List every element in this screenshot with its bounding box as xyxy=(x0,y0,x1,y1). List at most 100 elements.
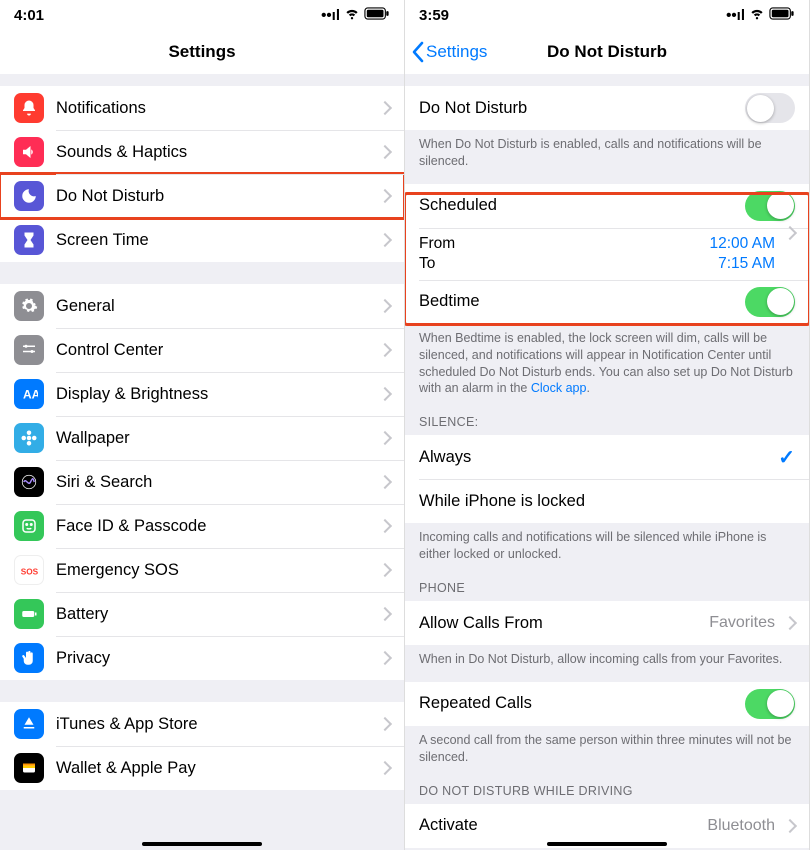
chevron-icon xyxy=(378,387,392,401)
row-notifications[interactable]: Notifications xyxy=(0,86,404,130)
chevron-icon xyxy=(378,431,392,445)
row-label: Display & Brightness xyxy=(56,385,376,404)
settings-list[interactable]: Notifications Sounds & Haptics Do Not Dist… xyxy=(0,74,404,850)
sos-icon: SOS xyxy=(14,555,44,585)
driving-header: DO NOT DISTURB WHILE DRIVING xyxy=(405,770,809,804)
clock-app-link[interactable]: Clock app xyxy=(531,381,587,395)
bell-icon xyxy=(14,93,44,123)
text-icon: AA xyxy=(14,379,44,409)
row-label: Privacy xyxy=(56,649,376,668)
row-label: Notifications xyxy=(56,99,376,118)
row-sounds-haptics[interactable]: Sounds & Haptics xyxy=(0,130,404,174)
silence-always-row[interactable]: Always ✓ xyxy=(405,435,809,479)
dnd-screen: 3:59 ••ıl Settings Do Not Disturb Do Not… xyxy=(405,0,810,850)
repeated-label: Repeated Calls xyxy=(419,694,745,713)
row-label: Battery xyxy=(56,605,376,624)
checkmark-icon: ✓ xyxy=(778,445,795,470)
back-button[interactable]: Settings xyxy=(411,30,487,73)
bedtime-row[interactable]: Bedtime xyxy=(405,280,809,324)
speaker-icon xyxy=(14,137,44,167)
silence-header: SILENCE: xyxy=(405,401,809,435)
back-label: Settings xyxy=(426,42,487,62)
clock: 3:59 xyxy=(419,7,449,24)
allow-calls-label: Allow Calls From xyxy=(419,614,709,633)
row-wallpaper[interactable]: Wallpaper xyxy=(0,416,404,460)
page-title: Do Not Disturb xyxy=(547,42,667,62)
row-wallet[interactable]: Wallet & Apple Pay xyxy=(0,746,404,790)
chevron-icon xyxy=(783,819,797,833)
repeated-calls-row[interactable]: Repeated Calls xyxy=(405,682,809,726)
home-indicator[interactable] xyxy=(142,842,262,846)
chevron-icon xyxy=(378,651,392,665)
repeated-toggle[interactable] xyxy=(745,689,795,719)
chevron-icon xyxy=(378,607,392,621)
chevron-icon xyxy=(378,145,392,159)
row-emergency-sos[interactable]: SOS Emergency SOS xyxy=(0,548,404,592)
clock: 4:01 xyxy=(14,7,44,24)
row-control-center[interactable]: Control Center xyxy=(0,328,404,372)
silence-locked-label: While iPhone is locked xyxy=(419,492,795,511)
chevron-icon xyxy=(378,519,392,533)
row-label: Siri & Search xyxy=(56,473,376,492)
gear-icon xyxy=(14,291,44,321)
row-label: General xyxy=(56,297,376,316)
row-label: iTunes & App Store xyxy=(56,715,376,734)
allow-calls-footer: When in Do Not Disturb, allow incoming c… xyxy=(405,645,809,672)
bedtime-label: Bedtime xyxy=(419,292,745,311)
scheduled-toggle[interactable] xyxy=(745,191,795,221)
row-privacy[interactable]: Privacy xyxy=(0,636,404,680)
to-label: To xyxy=(419,255,455,273)
moon-icon xyxy=(14,181,44,211)
chevron-icon xyxy=(378,475,392,489)
face-icon xyxy=(14,511,44,541)
wifi-icon xyxy=(344,5,360,25)
nav-bar: Settings Do Not Disturb xyxy=(405,30,809,74)
wallet-icon xyxy=(14,753,44,783)
hourglass-icon xyxy=(14,225,44,255)
row-siri-search[interactable]: Siri & Search xyxy=(0,460,404,504)
dnd-toggle-row[interactable]: Do Not Disturb xyxy=(405,86,809,130)
row-do-not-disturb[interactable]: Do Not Disturb xyxy=(0,174,404,218)
scheduled-label: Scheduled xyxy=(419,196,745,215)
home-indicator[interactable] xyxy=(547,842,667,846)
dnd-content[interactable]: Do Not Disturb When Do Not Disturb is en… xyxy=(405,74,809,850)
batt-icon xyxy=(14,599,44,629)
row-label: Screen Time xyxy=(56,231,376,250)
svg-text:AA: AA xyxy=(23,388,38,402)
wifi-icon xyxy=(749,5,765,25)
row-itunes[interactable]: iTunes & App Store xyxy=(0,702,404,746)
dnd-footer: When Do Not Disturb is enabled, calls an… xyxy=(405,130,809,174)
flower-icon xyxy=(14,423,44,453)
allow-calls-value: Favorites xyxy=(709,614,775,632)
row-label: Do Not Disturb xyxy=(56,187,376,206)
row-label: Face ID & Passcode xyxy=(56,517,376,536)
page-title: Settings xyxy=(168,42,235,62)
from-value: 12:00 AM xyxy=(710,235,776,253)
battery-icon xyxy=(769,7,795,24)
chevron-icon xyxy=(378,299,392,313)
siri-icon xyxy=(14,467,44,497)
dnd-toggle[interactable] xyxy=(745,93,795,123)
status-icons: ••ıl xyxy=(321,5,390,25)
row-label: Emergency SOS xyxy=(56,561,376,580)
allow-calls-row[interactable]: Allow Calls From Favorites xyxy=(405,601,809,645)
scheduled-row[interactable]: Scheduled xyxy=(405,184,809,228)
row-general[interactable]: General xyxy=(0,284,404,328)
hand-icon xyxy=(14,643,44,673)
row-screen-time[interactable]: Screen Time xyxy=(0,218,404,262)
row-battery[interactable]: Battery xyxy=(0,592,404,636)
row-face-id[interactable]: Face ID & Passcode xyxy=(0,504,404,548)
silence-footer: Incoming calls and notifications will be… xyxy=(405,523,809,567)
chevron-icon xyxy=(378,189,392,203)
chevron-icon xyxy=(378,761,392,775)
battery-icon xyxy=(364,7,390,24)
svg-text:SOS: SOS xyxy=(21,568,38,577)
status-bar: 3:59 ••ıl xyxy=(405,0,809,30)
fromto-row[interactable]: From To 12:00 AM 7:15 AM xyxy=(405,228,809,280)
row-label: Control Center xyxy=(56,341,376,360)
row-display-brightness[interactable]: AA Display & Brightness xyxy=(0,372,404,416)
bedtime-toggle[interactable] xyxy=(745,287,795,317)
silence-locked-row[interactable]: While iPhone is locked xyxy=(405,479,809,523)
to-value: 7:15 AM xyxy=(718,255,775,273)
row-label: Wallet & Apple Pay xyxy=(56,759,376,778)
